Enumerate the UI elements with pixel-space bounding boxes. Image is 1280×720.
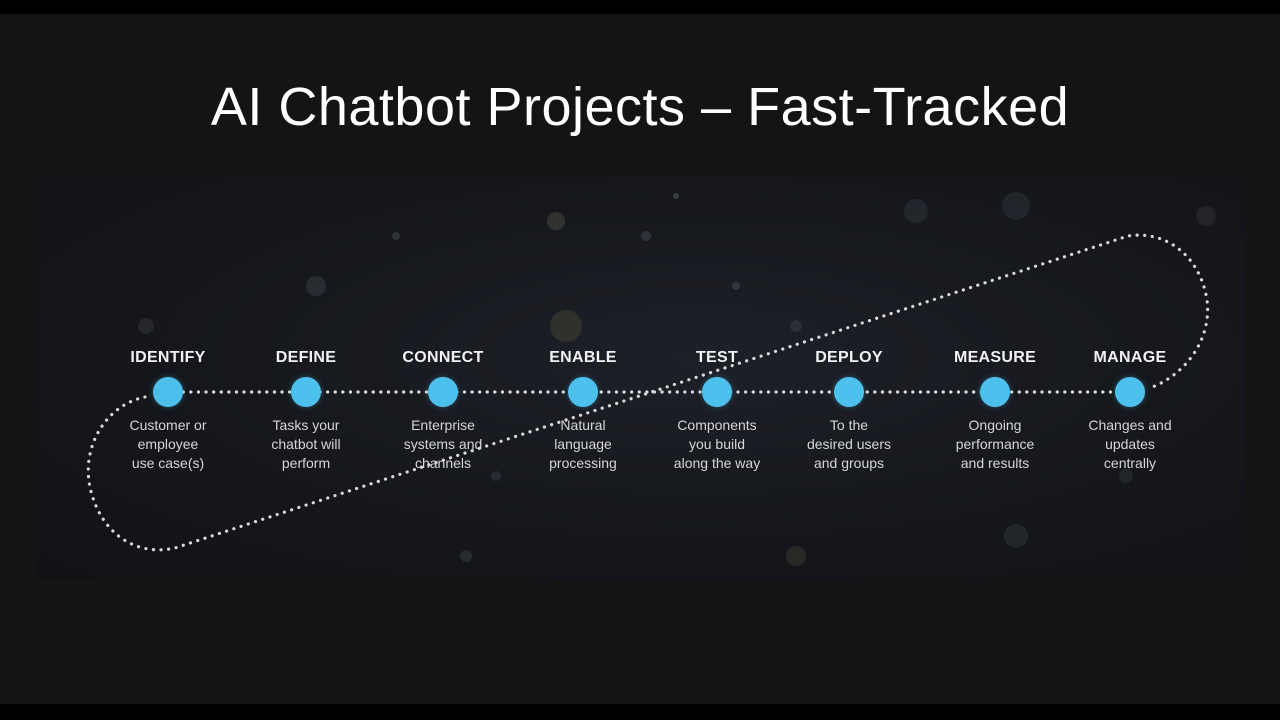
step-description-define: Tasks your chatbot will perform — [271, 417, 341, 471]
step-description-identify: Customer or employee use case(s) — [129, 417, 207, 471]
step-title-manage: MANAGE — [1093, 349, 1167, 366]
step-title-deploy: DEPLOY — [815, 349, 883, 366]
step-node-enable — [568, 377, 598, 407]
step-node-test — [702, 377, 732, 407]
step-description-connect: Enterprise systems and channels — [403, 417, 483, 471]
step-description-enable: Natural language processing — [549, 417, 617, 471]
step-node-define — [291, 377, 321, 407]
step-title-define: DEFINE — [275, 349, 337, 366]
step-node-manage — [1115, 377, 1145, 407]
screen: AI Chatbot Projects – Fast-Tracked IDENT… — [0, 0, 1280, 720]
step-description-measure: Ongoing performance and results — [955, 417, 1035, 471]
step-node-deploy — [834, 377, 864, 407]
step-description-deploy: To the desired users and groups — [806, 417, 892, 471]
step-title-connect: CONNECT — [402, 349, 484, 366]
step-node-measure — [980, 377, 1010, 407]
step-node-connect — [428, 377, 458, 407]
step-description-manage: Changes and updates centrally — [1088, 417, 1172, 471]
step-node-identify — [153, 377, 183, 407]
step-title-identify: IDENTIFY — [130, 349, 206, 366]
step-description-test: Components you build along the way — [673, 417, 761, 471]
